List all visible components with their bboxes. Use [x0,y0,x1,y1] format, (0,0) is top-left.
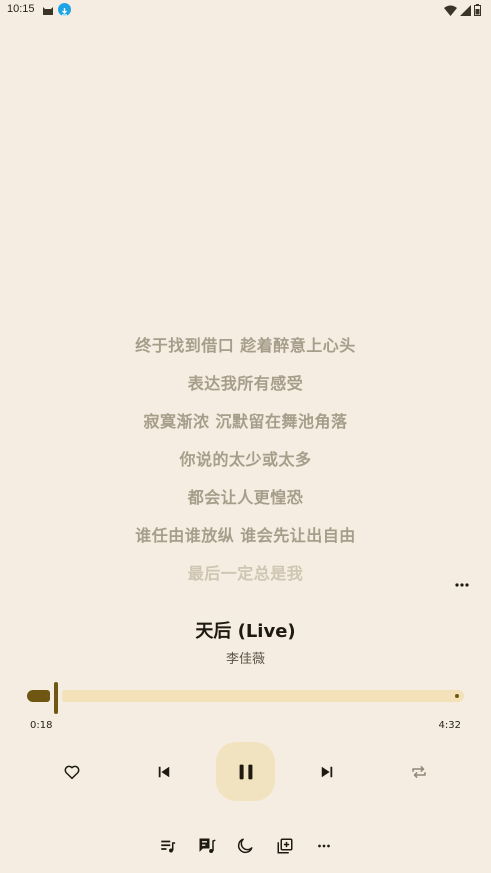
lyric-line[interactable]: 表达我所有感受 [0,370,491,408]
sleep-timer-button[interactable] [233,834,257,858]
status-icons [444,4,481,16]
pause-icon [239,764,252,779]
lyric-line[interactable]: 寂寞渐浓 沉默留在舞池角落 [0,408,491,446]
lyrics-panel[interactable]: 终于找到借口 趁着醉意上心头 表达我所有感受 寂寞渐浓 沉默留在舞池角落 你说的… [0,332,491,598]
queue-icon [161,840,176,853]
progress-thumb[interactable] [54,682,58,714]
progress-end-dot [455,694,459,698]
queue-button[interactable] [156,834,180,858]
skip-next-icon [321,766,333,778]
favorite-button[interactable] [58,758,86,786]
moon-icon [237,838,253,854]
add-to-playlist-icon [277,838,293,854]
lyrics-button[interactable] [195,834,219,858]
progress-slider[interactable] [27,682,464,714]
lyrics-icon [199,838,216,853]
more-options-icon[interactable] [451,578,473,592]
lyric-line[interactable]: 你说的太少或太多 [0,446,491,484]
elapsed-time: 0:18 [30,720,53,731]
lyric-line[interactable]: 最后一定总是我 [0,560,491,598]
lyric-line[interactable]: 终于找到借口 趁着醉意上心头 [0,332,491,370]
song-title: 天后 (Live) [195,621,296,642]
lyric-line[interactable]: 谁任由谁放纵 谁会先让出自由 [0,522,491,560]
progress-track [62,690,464,702]
more-horizontal-icon [318,844,330,848]
skip-previous-icon [158,766,170,778]
repeat-button[interactable] [405,758,433,786]
next-button[interactable] [313,758,341,786]
progress-filled [27,690,50,702]
total-time: 4:32 [438,720,461,731]
wifi-icon [444,5,457,16]
download-icon [58,3,71,16]
repeat-icon [412,766,426,778]
more-button[interactable] [312,834,336,858]
heart-outline-icon [64,765,80,780]
cat-notification-icon [43,7,53,15]
lyric-line[interactable]: 都会让人更惶恐 [0,484,491,522]
signal-icon [460,4,471,16]
battery-icon [474,4,481,16]
add-to-playlist-button[interactable] [273,834,297,858]
previous-button[interactable] [150,758,178,786]
status-time: 10:15 [7,3,35,15]
status-bar: 10:15 [0,0,491,22]
artist-name[interactable]: 李佳薇 [0,648,491,667]
pause-button[interactable] [216,742,275,801]
